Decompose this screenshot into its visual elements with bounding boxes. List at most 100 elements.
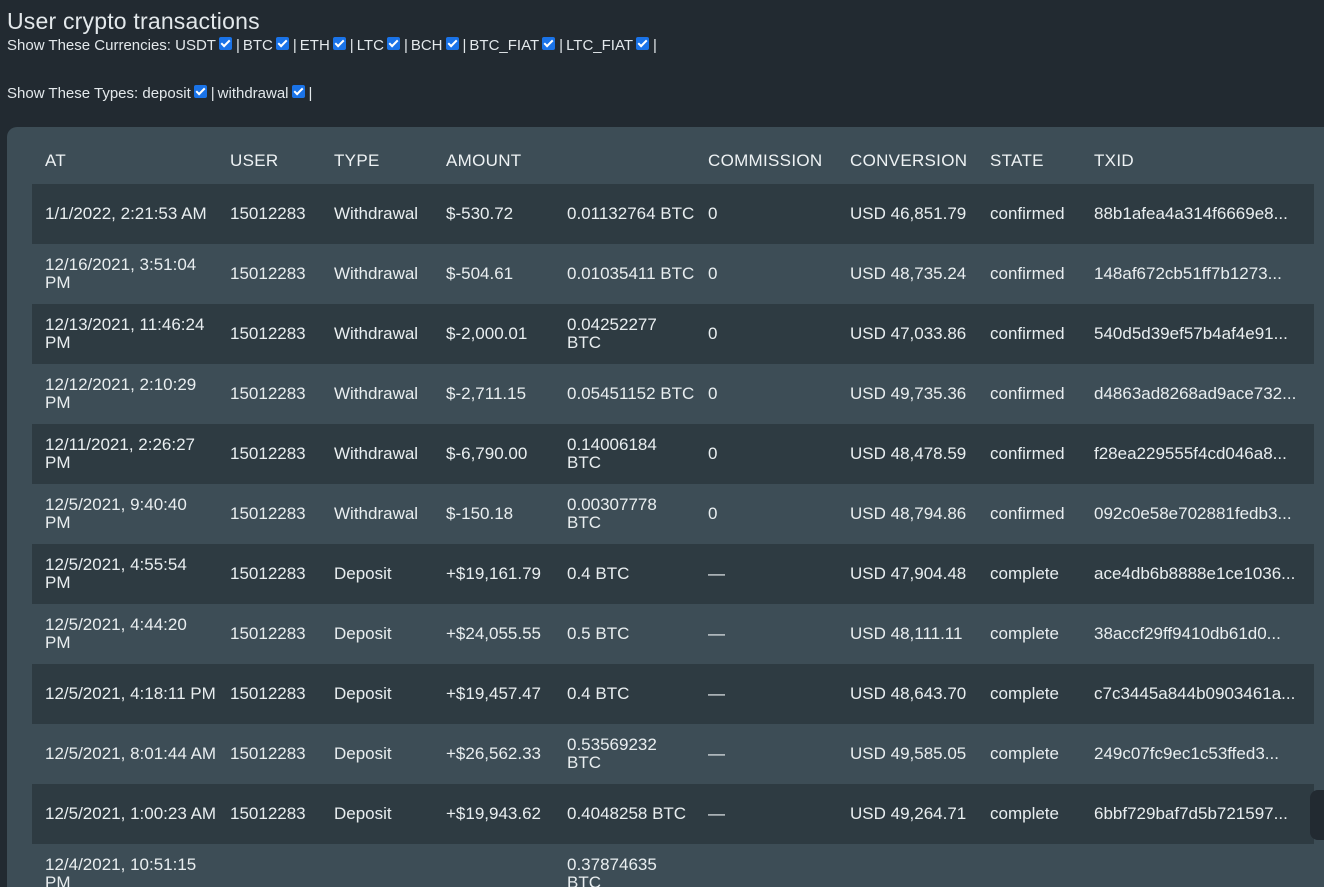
cell-txid [1081, 844, 1314, 887]
cell-state: complete [977, 604, 1081, 664]
cell-amount: $-2,000.01 [433, 304, 554, 364]
cell-type: Withdrawal [321, 484, 433, 544]
cell-crypto: 0.01132764 BTC [554, 184, 695, 244]
cell-user: 15012283 [217, 484, 321, 544]
column-header-at[interactable]: AT [32, 137, 217, 184]
cell-type: Withdrawal [321, 304, 433, 364]
cell-at: 12/11/2021, 2:26:27 PM [32, 424, 217, 484]
cell-type: Withdrawal [321, 364, 433, 424]
cell-commission [695, 844, 837, 887]
table-body: 1/1/2022, 2:21:53 AM 15012283 Withdrawal $-… [32, 184, 1314, 887]
cell-state: confirmed [977, 424, 1081, 484]
table-row[interactable]: 12/4/2021, 10:51:15 PM 0.37874635 BTC [32, 844, 1314, 887]
cell-type: Deposit [321, 604, 433, 664]
cell-commission: 0 [695, 424, 837, 484]
currency-filter-label: BTC_FIAT [469, 37, 540, 54]
table-row[interactable]: 12/12/2021, 2:10:29 PM 15012283 Withdrawal… [32, 364, 1314, 424]
side-scroll-handle[interactable] [1310, 790, 1324, 840]
column-header-conversion[interactable]: CONVERSION [837, 137, 977, 184]
cell-state: confirmed [977, 484, 1081, 544]
table-row[interactable]: 12/5/2021, 8:01:44 AM 15012283 Deposit +$26… [32, 724, 1314, 784]
cell-user: 15012283 [217, 544, 321, 604]
column-header-type[interactable]: TYPE [321, 137, 433, 184]
cell-commission: — [695, 544, 837, 604]
column-header-amount[interactable]: AMOUNT [433, 137, 554, 184]
currency-filter-label: BCH [410, 37, 443, 54]
cell-crypto: 0.4 BTC [554, 664, 695, 724]
separator: | [559, 37, 564, 54]
cell-state: confirmed [977, 304, 1081, 364]
transactions-table: AT USER TYPE AMOUNT COMMISSION CONVERSIO… [32, 137, 1314, 887]
separator: | [210, 85, 215, 102]
table-row[interactable]: 1/1/2022, 2:21:53 AM 15012283 Withdrawal $-… [32, 184, 1314, 244]
cell-conversion: USD 47,904.48 [837, 544, 977, 604]
cell-type: Deposit [321, 724, 433, 784]
cell-type [321, 844, 433, 887]
column-header-state[interactable]: STATE [977, 137, 1081, 184]
table-row[interactable]: 12/11/2021, 2:26:27 PM 15012283 Withdrawal… [32, 424, 1314, 484]
type-filter-deposit: deposit | [142, 85, 217, 102]
cell-state: complete [977, 784, 1081, 844]
cell-user: 15012283 [217, 184, 321, 244]
cell-commission: 0 [695, 184, 837, 244]
currency-filter-label: BTC [242, 37, 273, 54]
cell-state: complete [977, 724, 1081, 784]
cell-conversion: USD 47,033.86 [837, 304, 977, 364]
currency-filter-label: LTC_FIAT [566, 37, 634, 54]
cell-amount: $-504.61 [433, 244, 554, 304]
cell-at: 12/5/2021, 4:18:11 PM [32, 664, 217, 724]
table-row[interactable]: 12/13/2021, 11:46:24 PM 15012283 Withdrawa… [32, 304, 1314, 364]
separator: | [653, 37, 657, 54]
cell-conversion: USD 48,643.70 [837, 664, 977, 724]
table-row[interactable]: 12/5/2021, 9:40:40 PM 15012283 Withdrawal $… [32, 484, 1314, 544]
table-row[interactable]: 12/5/2021, 4:55:54 PM 15012283 Deposit +$19… [32, 544, 1314, 604]
type-filter-label: deposit [142, 85, 191, 102]
table-row[interactable]: 12/5/2021, 4:44:20 PM 15012283 Deposit +$24… [32, 604, 1314, 664]
currency-checkbox[interactable] [386, 37, 400, 50]
table-row[interactable]: 12/5/2021, 1:00:23 AM 15012283 Deposit +$19… [32, 784, 1314, 844]
cell-txid: ace4db6b8888e1ce1036... [1081, 544, 1314, 604]
cell-state: confirmed [977, 184, 1081, 244]
cell-user: 15012283 [217, 724, 321, 784]
cell-crypto: 0.4 BTC [554, 544, 695, 604]
column-header-commission[interactable]: COMMISSION [695, 137, 837, 184]
cell-commission: 0 [695, 364, 837, 424]
cell-at: 12/13/2021, 11:46:24 PM [32, 304, 217, 364]
cell-amount: +$19,457.47 [433, 664, 554, 724]
currency-filter-label: LTC [356, 37, 384, 54]
currency-checkbox[interactable] [636, 37, 650, 50]
types-label: Show These Types: [7, 85, 139, 102]
currency-filter-btc-fiat: BTC_FIAT | [469, 37, 566, 54]
cell-crypto: 0.04252277 BTC [554, 304, 695, 364]
cell-txid: 092c0e58e702881fedb3... [1081, 484, 1314, 544]
table-row[interactable]: 12/16/2021, 3:51:04 PM 15012283 Withdrawal… [32, 244, 1314, 304]
cell-commission: — [695, 784, 837, 844]
cell-crypto: 0.5 BTC [554, 604, 695, 664]
cell-state: complete [977, 544, 1081, 604]
currency-checkbox[interactable] [275, 37, 289, 50]
currency-checkbox[interactable] [445, 37, 459, 50]
cell-at: 12/5/2021, 9:40:40 PM [32, 484, 217, 544]
cell-at: 12/5/2021, 4:55:54 PM [32, 544, 217, 604]
cell-txid: 88b1afea4a314f6669e8... [1081, 184, 1314, 244]
cell-txid: f28ea229555f4cd046a8... [1081, 424, 1314, 484]
cell-amount: +$24,055.55 [433, 604, 554, 664]
currency-filters: Show These Currencies: USDT | BTC | ETH | LTC |… [7, 37, 660, 54]
cell-commission: — [695, 724, 837, 784]
currency-filter-ltc-fiat: LTC_FIAT | [566, 37, 660, 54]
currency-checkbox[interactable] [332, 37, 346, 50]
currency-checkbox[interactable] [218, 37, 232, 50]
transactions-table-card: AT USER TYPE AMOUNT COMMISSION CONVERSIO… [7, 127, 1324, 887]
cell-user: 15012283 [217, 424, 321, 484]
cell-type: Withdrawal [321, 244, 433, 304]
column-header-user[interactable]: USER [217, 137, 321, 184]
column-header-txid[interactable]: TXID [1081, 137, 1314, 184]
cell-commission: 0 [695, 484, 837, 544]
cell-type: Deposit [321, 664, 433, 724]
cell-amount: $-6,790.00 [433, 424, 554, 484]
type-checkbox[interactable] [193, 85, 207, 98]
table-row[interactable]: 12/5/2021, 4:18:11 PM 15012283 Deposit +$19… [32, 664, 1314, 724]
type-checkbox[interactable] [291, 85, 305, 98]
cell-crypto: 0.01035411 BTC [554, 244, 695, 304]
currency-checkbox[interactable] [542, 37, 556, 50]
